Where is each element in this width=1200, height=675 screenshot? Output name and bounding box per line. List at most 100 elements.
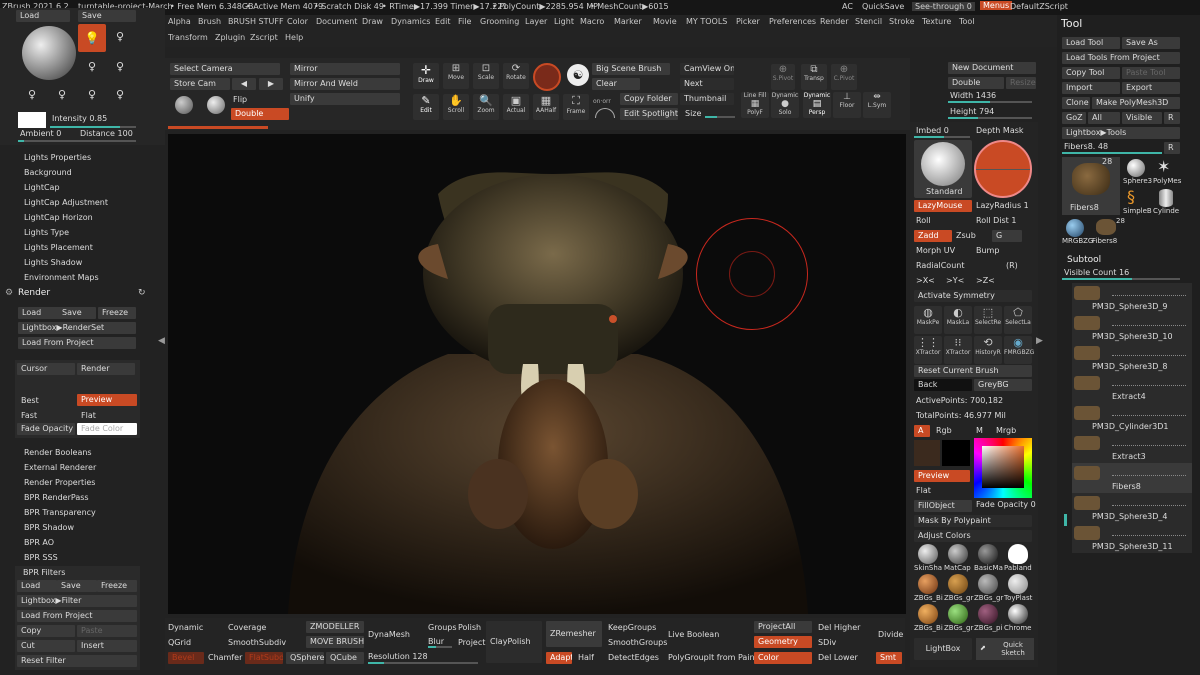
r-button-2[interactable]: R — [1164, 142, 1180, 154]
menu-tool[interactable]: Tool — [959, 17, 975, 26]
menu-render[interactable]: Render — [820, 17, 848, 26]
standard-brush-thumb[interactable]: Standard — [914, 140, 972, 198]
menu-marker[interactable]: Marker — [614, 17, 642, 26]
refresh-icon[interactable]: ↻ — [138, 288, 146, 298]
background-item[interactable]: Background — [24, 168, 72, 177]
frame-button[interactable]: ⛶ Frame — [563, 94, 589, 120]
color-button[interactable]: Color — [754, 652, 812, 664]
visible-button[interactable]: Visible — [1122, 112, 1162, 124]
main-color-swatch[interactable] — [914, 440, 940, 466]
copy-folder-button[interactable]: Copy Folder — [620, 93, 678, 105]
filter-insert-button[interactable]: Insert — [77, 640, 137, 652]
imbed-slider[interactable]: Imbed 0 — [916, 126, 949, 135]
project-button[interactable]: Project — [458, 638, 485, 647]
mask-by-polypaint-button[interactable]: Mask By Polypaint — [914, 515, 1032, 527]
material-zbgs-4[interactable] — [918, 604, 938, 624]
menu-light[interactable]: Light — [554, 17, 574, 26]
canvas-viewport[interactable] — [168, 134, 906, 614]
scroll-button[interactable]: ✋ Scroll — [443, 94, 469, 120]
smt-button[interactable]: Smt — [876, 652, 902, 664]
back-button[interactable]: Back — [914, 379, 972, 391]
blur-slider[interactable]: Blur — [428, 637, 444, 646]
lightbox-filter-button[interactable]: Lightbox▶Filter — [17, 595, 137, 607]
menu-macro[interactable]: Macro — [580, 17, 604, 26]
render-booleans-item[interactable]: Render Booleans — [24, 448, 92, 457]
color-picker-wheel[interactable] — [974, 438, 1032, 498]
cursor-button[interactable]: Cursor — [17, 363, 75, 375]
groups-button[interactable]: Groups — [428, 623, 457, 632]
zremesher-button[interactable]: ZRemesher — [546, 621, 602, 647]
height-slider[interactable]: Height 794 — [950, 107, 994, 116]
menu-file[interactable]: File — [458, 17, 471, 26]
fade-color-swatch[interactable]: Fade Color — [77, 423, 137, 435]
cpivot-button[interactable]: ⊕ C.Pivot — [831, 64, 857, 90]
subtool-toggles[interactable] — [1112, 535, 1186, 539]
mirror-button[interactable]: Mirror — [290, 63, 400, 75]
xtractor-brush[interactable]: ⋮⋮ XTractor — [914, 336, 942, 364]
qsphere-button[interactable]: QSphere — [286, 652, 324, 664]
paste-tool-button[interactable]: Paste Tool — [1122, 67, 1180, 79]
store-cam-button[interactable]: Store Cam — [170, 78, 230, 90]
zmodeller-button[interactable]: ZMODELLER — [306, 621, 364, 633]
big-scene-brush-button[interactable]: Big Scene Brush — [592, 63, 670, 75]
lightcap-item[interactable]: LightCap — [24, 183, 60, 192]
roll-button[interactable]: Roll — [916, 216, 931, 225]
live-boolean-button[interactable]: Live Boolean — [668, 630, 719, 639]
render-properties-item[interactable]: Render Properties — [24, 478, 95, 487]
menu-my-tools[interactable]: MY TOOLS — [686, 17, 727, 26]
size-slider[interactable]: Size — [685, 109, 701, 118]
lazyradius-slider[interactable]: LazyRadius 1 — [976, 201, 1029, 210]
roll-dist-slider[interactable]: Roll Dist 1 — [976, 216, 1016, 225]
adapt-button[interactable]: Adapt — [546, 652, 572, 664]
sym-y-button[interactable]: >Y< — [946, 276, 964, 285]
polygroup-from-paint-button[interactable]: PolyGroupIt from Paint — [668, 653, 758, 662]
subtool-toggles[interactable] — [1112, 325, 1186, 329]
light-sphere[interactable] — [22, 26, 76, 80]
color-fade-opacity-slider[interactable]: Fade Opacity 0 — [976, 500, 1036, 509]
keepgroups-button[interactable]: KeepGroups — [608, 623, 656, 632]
material-zbgs-3[interactable] — [978, 574, 998, 594]
menu-document[interactable]: Document — [316, 17, 357, 26]
actual-button[interactable]: ▣ Actual — [503, 94, 529, 120]
menu-color[interactable]: Color — [287, 17, 308, 26]
depth-mask-preview[interactable] — [974, 140, 1032, 198]
polymesh-thumb[interactable]: ✶ PolyMes — [1153, 157, 1181, 187]
current-tool-slider[interactable]: Fibers8. 48 — [1064, 142, 1108, 151]
dynamesh-button[interactable]: DynaMesh — [368, 630, 410, 639]
menu-stencil[interactable]: Stencil — [855, 17, 882, 26]
camview-on-button[interactable]: CamView On — [680, 63, 734, 75]
clear-button[interactable]: Clear — [592, 78, 640, 90]
all-button[interactable]: All — [1088, 112, 1120, 124]
filter-load-project-button[interactable]: Load From Project — [17, 610, 137, 622]
morph-uv-button[interactable]: Morph UV — [916, 246, 955, 255]
double-doc-button[interactable]: Double — [948, 77, 1004, 89]
bpr-sss-item[interactable]: BPR SSS — [24, 553, 58, 562]
material-toyplastic[interactable] — [1008, 574, 1028, 594]
material-matcap[interactable] — [948, 544, 968, 564]
lazymouse-button[interactable]: LazyMouse — [914, 200, 972, 212]
subtool-item[interactable]: PM3D_Sphere3D_4 — [1072, 493, 1192, 523]
left-collapse-icon[interactable]: ◀ — [158, 336, 165, 346]
polish-button[interactable]: Polish — [458, 623, 481, 632]
lights-properties-item[interactable]: Lights Properties — [24, 153, 91, 162]
tool-title[interactable]: Tool — [1061, 17, 1082, 30]
radialcount-slider[interactable]: RadialCount — [916, 261, 964, 270]
menu-help[interactable]: Help — [285, 33, 303, 42]
resize-button[interactable]: Resize — [1006, 77, 1036, 89]
on-off-toggle[interactable]: on·orr — [593, 98, 611, 105]
next-button[interactable]: Next — [680, 78, 734, 90]
aahalf-button[interactable]: ▦ AAHalf — [533, 94, 559, 120]
bpr-transparency-item[interactable]: BPR Transparency — [24, 508, 96, 517]
half-button[interactable]: Half — [578, 653, 594, 662]
goz-button[interactable]: GoZ — [1062, 112, 1086, 124]
load-tools-from-project-button[interactable]: Load Tools From Project — [1062, 52, 1180, 64]
rgb-button[interactable]: Rgb — [936, 426, 952, 435]
bump-button[interactable]: Bump — [976, 246, 999, 255]
light-save-button[interactable]: Save — [78, 10, 136, 22]
sphere3d-thumb[interactable]: Sphere3 — [1123, 157, 1152, 187]
render-load-button[interactable]: Load — [18, 307, 62, 319]
fillobject-button[interactable]: FillObject — [914, 500, 972, 512]
detectedges-button[interactable]: DetectEdges — [608, 653, 659, 662]
distance-slider[interactable]: Distance 100 — [80, 129, 133, 138]
subtool-toggles[interactable] — [1112, 415, 1186, 419]
